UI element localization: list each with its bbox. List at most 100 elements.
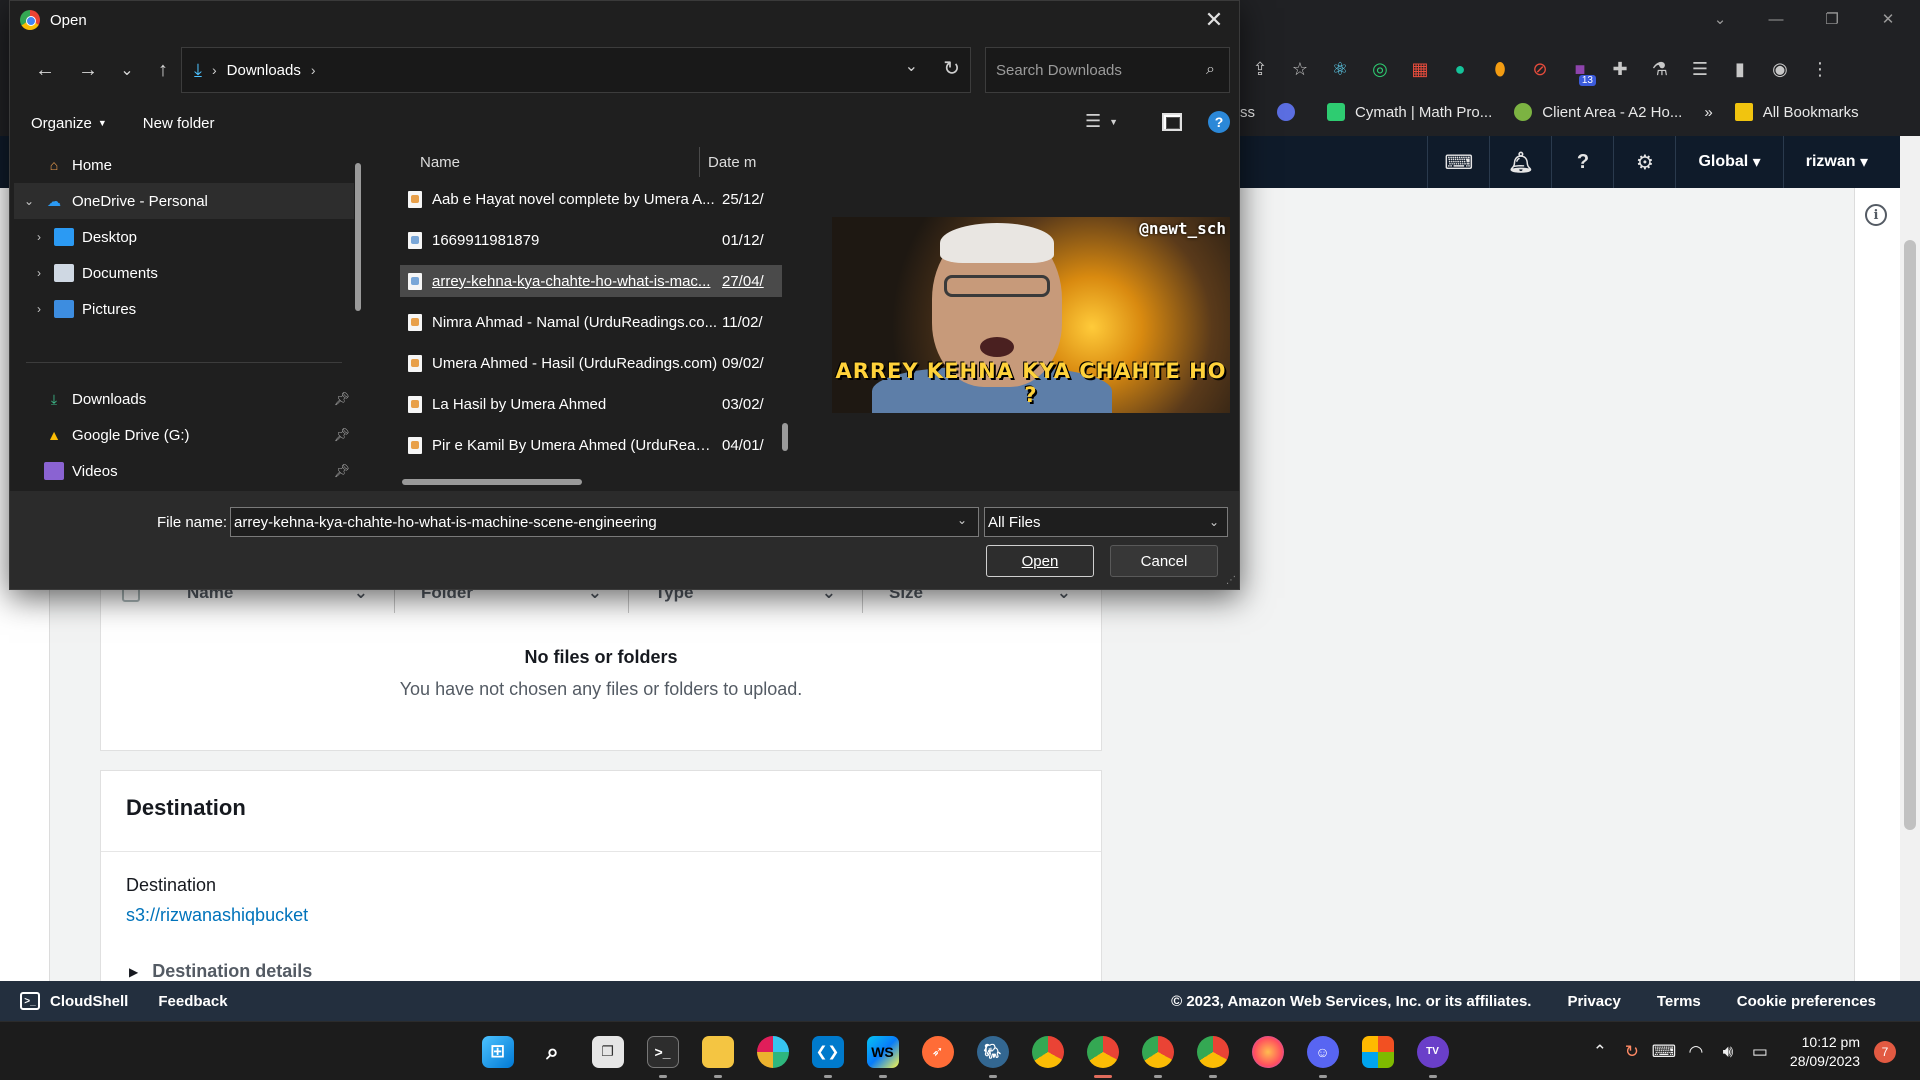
- all-bookmarks-button[interactable]: All Bookmarks: [1734, 103, 1859, 121]
- nav-item-pictures[interactable]: › Pictures: [24, 291, 364, 327]
- collapsed-chevron-icon[interactable]: ›: [24, 302, 54, 316]
- cookie-preferences-link[interactable]: Cookie preferences: [1737, 993, 1876, 1010]
- extensions-puzzle-icon[interactable]: ✚: [1600, 50, 1640, 88]
- feedback-link[interactable]: Feedback: [158, 993, 227, 1010]
- file-name-input[interactable]: [230, 507, 979, 537]
- file-row[interactable]: Nimra Ahmad - Namal (UrduReadings.co... 1…: [400, 306, 782, 338]
- help-button[interactable]: ?: [1208, 111, 1230, 133]
- nav-pane-scrollbar[interactable]: [355, 163, 361, 311]
- taskbar-chrome[interactable]: [1020, 1022, 1075, 1080]
- nav-item-documents[interactable]: › Documents: [24, 255, 364, 291]
- organize-button[interactable]: Organize ▼: [31, 115, 107, 132]
- taskbar-slack[interactable]: [745, 1022, 800, 1080]
- task-view[interactable]: ❐: [580, 1022, 635, 1080]
- taskbar-postman[interactable]: ➶: [910, 1022, 965, 1080]
- collapsed-chevron-icon[interactable]: ›: [24, 266, 54, 280]
- taskbar-webstorm[interactable]: WS: [855, 1022, 910, 1080]
- breadcrumb-downloads[interactable]: Downloads: [227, 62, 301, 79]
- nav-item-onedrive[interactable]: ⌄ ☁ OneDrive - Personal: [14, 183, 354, 219]
- file-list-vertical-scrollbar[interactable]: [782, 423, 788, 451]
- tab-search-icon[interactable]: ⌄: [1692, 0, 1748, 38]
- resize-grip-icon[interactable]: ⋰: [1226, 575, 1236, 586]
- labs-flask-icon[interactable]: ⚗: [1640, 50, 1680, 88]
- info-icon[interactable]: i: [1865, 204, 1887, 226]
- recent-locations-chevron-icon[interactable]: ⌄: [110, 53, 144, 87]
- bookmarks-overflow-button[interactable]: »: [1704, 104, 1712, 121]
- privacy-link[interactable]: Privacy: [1567, 993, 1620, 1010]
- file-list-horizontal-scrollbar[interactable]: [402, 479, 582, 485]
- file-row-selected[interactable]: arrey-kehna-kya-chahte-ho-what-is-mac...…: [400, 265, 782, 297]
- taskbar-firefox[interactable]: [1240, 1022, 1295, 1080]
- nav-item-videos[interactable]: Videos 📌︎: [14, 453, 354, 489]
- keyboard-icon[interactable]: ⌨: [1648, 1042, 1680, 1062]
- address-history-chevron-icon[interactable]: ⌄: [905, 56, 918, 76]
- taskbar-chrome-dev-active[interactable]: [1075, 1022, 1130, 1080]
- react-devtools-icon[interactable]: ⚛: [1320, 50, 1360, 88]
- bookmark-item[interactable]: ss: [1240, 104, 1255, 121]
- file-row[interactable]: 1669911981879 01/12/: [400, 224, 782, 256]
- page-scrollbar[interactable]: [1900, 136, 1920, 981]
- share-icon[interactable]: ⇪: [1240, 50, 1280, 88]
- wifi-icon[interactable]: ◠: [1680, 1042, 1712, 1062]
- bookmark-item[interactable]: Client Area - A2 Ho...: [1514, 103, 1682, 121]
- nav-item-downloads[interactable]: ⤓ Downloads 📌︎: [14, 381, 354, 417]
- start-button[interactable]: ⊞: [470, 1022, 525, 1080]
- taskbar-file-explorer[interactable]: [690, 1022, 745, 1080]
- page-scroll-thumb[interactable]: [1904, 240, 1916, 830]
- up-arrow-icon[interactable]: ↑: [146, 53, 180, 87]
- file-row[interactable]: Aab e Hayat novel complete by Umera A...…: [400, 183, 782, 215]
- nav-item-desktop[interactable]: › Desktop: [24, 219, 364, 255]
- window-close-icon[interactable]: ✕: [1860, 0, 1916, 38]
- destination-bucket-link[interactable]: s3://rizwanashiqbucket: [126, 905, 308, 926]
- file-row[interactable]: Pir e Kamil By Umera Ahmed (UrduReadi...…: [400, 429, 782, 461]
- nav-item-google-drive[interactable]: ▲ Google Drive (G:) 📌︎: [14, 417, 354, 453]
- taskbar-iptv[interactable]: TV: [1405, 1022, 1460, 1080]
- taskbar-pgadmin[interactable]: 🐘︎: [965, 1022, 1020, 1080]
- new-folder-button[interactable]: New folder: [143, 115, 215, 132]
- pin-icon[interactable]: 📌︎: [333, 427, 350, 443]
- bookmark-star-icon[interactable]: ☆: [1280, 50, 1320, 88]
- grammarly-icon[interactable]: ●: [1440, 50, 1480, 88]
- extension-eye-off-icon[interactable]: ⊘: [1520, 50, 1560, 88]
- bookmark-item[interactable]: [1277, 103, 1305, 121]
- restore-icon[interactable]: ❐: [1804, 0, 1860, 38]
- volume-icon[interactable]: 🔊︎: [1712, 1042, 1744, 1062]
- destination-details-toggle[interactable]: ▶ Destination details: [129, 961, 312, 982]
- taskbar-discord[interactable]: ☺: [1295, 1022, 1350, 1080]
- notification-badge[interactable]: 7: [1874, 1040, 1896, 1063]
- battery-icon[interactable]: ▭: [1744, 1042, 1776, 1062]
- tray-overflow-chevron-icon[interactable]: ⌃: [1584, 1042, 1616, 1062]
- minimize-icon[interactable]: —: [1748, 0, 1804, 38]
- file-type-select[interactable]: All Files ⌄: [984, 507, 1228, 537]
- cancel-button[interactable]: Cancel: [1110, 545, 1218, 577]
- clock[interactable]: 10:12 pm 28/09/2023: [1790, 1033, 1860, 1071]
- dialog-close-button[interactable]: ✕: [1199, 5, 1229, 35]
- notifications-bell-icon[interactable]: 🔔︎: [1489, 136, 1551, 188]
- extension-grid-icon[interactable]: ▦: [1400, 50, 1440, 88]
- nav-item-home[interactable]: ⌂ Home: [14, 147, 354, 183]
- back-arrow-icon[interactable]: ←: [28, 53, 62, 87]
- taskbar-search[interactable]: ⌕: [525, 1022, 580, 1080]
- help-icon[interactable]: ?: [1551, 136, 1613, 188]
- browser-menu-icon[interactable]: ⋮: [1800, 50, 1840, 88]
- file-name-history-chevron-icon[interactable]: ⌄: [957, 513, 967, 527]
- cloudshell-icon[interactable]: ⌨: [1427, 136, 1489, 188]
- extension-circle-icon[interactable]: ◎: [1360, 50, 1400, 88]
- cloudshell-button[interactable]: >_ CloudShell: [20, 992, 128, 1010]
- taskbar-chrome-dev-3[interactable]: [1185, 1022, 1240, 1080]
- preview-pane-toggle[interactable]: [1162, 113, 1182, 131]
- tray-sync-icon[interactable]: ↻: [1616, 1042, 1648, 1062]
- taskbar-store[interactable]: [1350, 1022, 1405, 1080]
- account-menu[interactable]: rizwan ▾: [1782, 136, 1890, 188]
- taskbar-terminal[interactable]: >_: [635, 1022, 690, 1080]
- collapsed-chevron-icon[interactable]: ›: [24, 230, 54, 244]
- taskbar-chrome-dev-2[interactable]: [1130, 1022, 1185, 1080]
- file-row[interactable]: Umera Ahmed - Hasil (UrduReadings.com) 09…: [400, 347, 782, 379]
- extension-badge-icon[interactable]: ■ 13: [1560, 50, 1600, 88]
- terms-link[interactable]: Terms: [1657, 993, 1701, 1010]
- open-button[interactable]: Open: [986, 545, 1094, 577]
- pin-icon[interactable]: 📌︎: [333, 391, 350, 407]
- refresh-icon[interactable]: ↻: [943, 56, 960, 81]
- column-header-name[interactable]: Name: [420, 147, 700, 177]
- bookmark-item[interactable]: Cymath | Math Pro...: [1327, 103, 1492, 121]
